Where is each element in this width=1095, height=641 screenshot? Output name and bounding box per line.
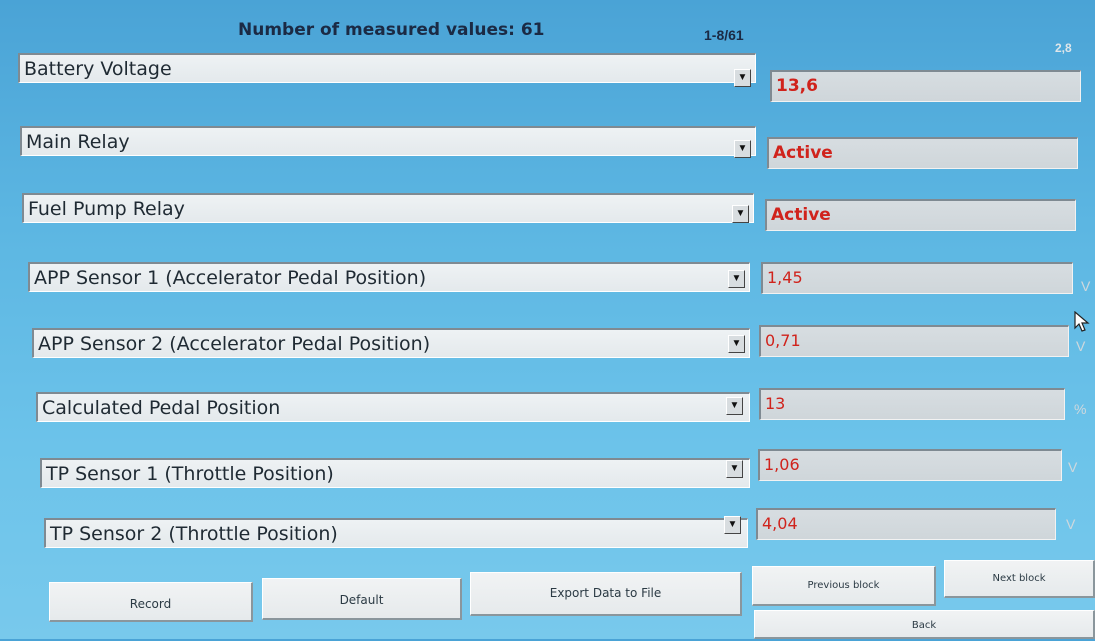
chevron-down-icon[interactable]: ▼	[728, 270, 745, 288]
unit-label: V	[1068, 459, 1078, 475]
chevron-down-icon[interactable]: ▼	[724, 516, 741, 534]
measured-values-list: Battery Voltage ▼ 13,6 Main Relay ▼ Acti…	[0, 0, 1095, 560]
parameter-label: TP Sensor 2 (Throttle Position)	[50, 523, 338, 545]
parameter-select-main-relay[interactable]: Main Relay ▼	[20, 126, 756, 158]
parameter-select-fuel-pump-relay[interactable]: Fuel Pump Relay ▼	[22, 193, 754, 223]
value-field-battery-voltage: 13,6	[770, 70, 1081, 102]
value-field-calculated-pedal-position: 13	[759, 388, 1065, 420]
export-data-button[interactable]: Export Data to File	[470, 572, 742, 616]
parameter-select-app-sensor-1[interactable]: APP Sensor 1 (Accelerator Pedal Position…	[28, 262, 750, 292]
parameter-label: TP Sensor 1 (Throttle Position)	[46, 463, 334, 485]
parameter-select-calculated-pedal-position[interactable]: Calculated Pedal Position ▼	[36, 392, 750, 422]
value-field-app-sensor-1: 1,45	[761, 262, 1073, 294]
parameter-select-tp-sensor-2[interactable]: TP Sensor 2 (Throttle Position) ▼	[44, 516, 748, 548]
value-field-app-sensor-2: 0,71	[759, 325, 1069, 357]
unit-label: %	[1074, 401, 1087, 417]
value-text: Active	[771, 205, 831, 225]
next-block-button[interactable]: Next block	[944, 560, 1095, 598]
parameter-select-battery-voltage[interactable]: Battery Voltage ▼	[18, 53, 756, 87]
parameter-select-app-sensor-2[interactable]: APP Sensor 2 (Accelerator Pedal Position…	[32, 328, 750, 358]
value-text: 13,6	[776, 76, 818, 96]
parameter-label: Main Relay	[26, 131, 130, 153]
chevron-down-icon[interactable]: ▼	[726, 460, 743, 478]
chevron-down-icon[interactable]: ▼	[732, 205, 749, 223]
value-text: Active	[773, 143, 833, 163]
chevron-down-icon[interactable]: ▼	[728, 335, 745, 353]
chevron-down-icon[interactable]: ▼	[726, 397, 743, 415]
value-field-tp-sensor-1: 1,06	[758, 449, 1062, 481]
unit-label: V	[1081, 278, 1091, 294]
value-field-fuel-pump-relay: Active	[765, 199, 1076, 231]
parameter-label: Calculated Pedal Position	[42, 397, 281, 419]
parameter-label: APP Sensor 2 (Accelerator Pedal Position…	[38, 333, 431, 355]
mouse-pointer-icon	[1074, 311, 1090, 332]
unit-label: V	[1076, 338, 1086, 354]
value-text: 13	[765, 394, 786, 413]
value-field-tp-sensor-2: 4,04	[756, 508, 1056, 540]
value-text: 1,06	[764, 455, 800, 474]
parameter-label: Battery Voltage	[24, 58, 172, 80]
back-button[interactable]: Back	[754, 610, 1095, 639]
parameter-select-tp-sensor-1[interactable]: TP Sensor 1 (Throttle Position) ▼	[40, 458, 750, 488]
parameter-label: Fuel Pump Relay	[28, 198, 185, 220]
parameter-label: APP Sensor 1 (Accelerator Pedal Position…	[34, 267, 427, 289]
record-button[interactable]: Record	[49, 582, 253, 622]
default-button[interactable]: Default	[262, 578, 462, 620]
chevron-down-icon[interactable]: ▼	[734, 140, 751, 158]
chevron-down-icon[interactable]: ▼	[734, 69, 751, 87]
value-text: 0,71	[765, 331, 801, 350]
unit-label: V	[1066, 516, 1076, 532]
value-text: 1,45	[767, 268, 803, 287]
value-field-main-relay: Active	[767, 137, 1078, 169]
value-text: 4,04	[762, 514, 798, 533]
previous-block-button[interactable]: Previous block	[752, 566, 936, 606]
